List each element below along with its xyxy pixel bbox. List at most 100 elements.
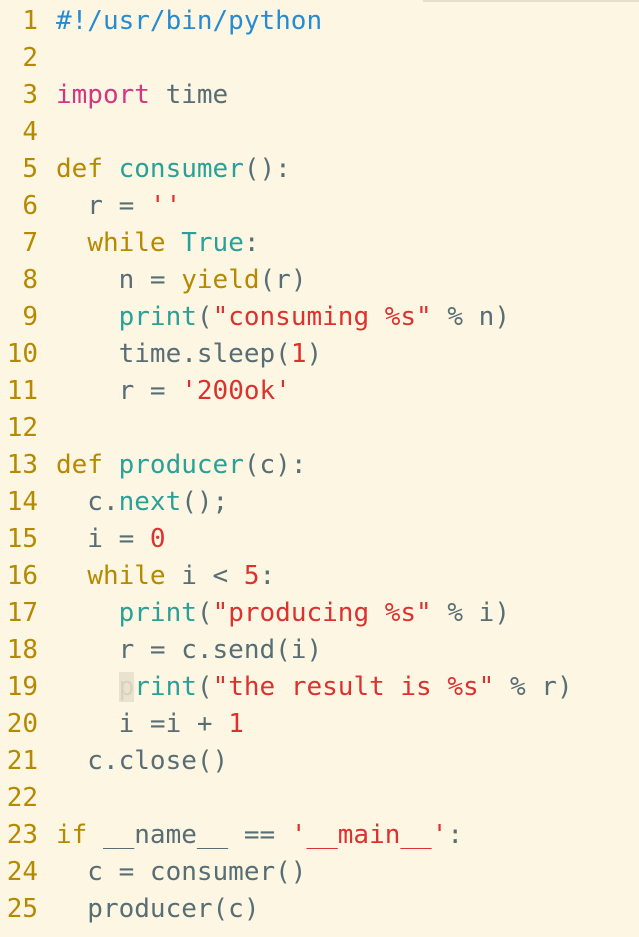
code-token: r = c.send(i) [56, 635, 323, 665]
line-code[interactable]: print("producing %s" % i) [38, 595, 639, 632]
code-line[interactable]: 19 print("the result is %s" % r) [0, 669, 639, 706]
line-number: 3 [22, 80, 38, 110]
code-token: i =i + [56, 709, 229, 739]
code-editor[interactable]: 1 #!/usr/bin/python 2 3 import time 4 5 def con… [0, 0, 639, 937]
code-line[interactable]: 18 r = c.send(i) [0, 632, 639, 669]
line-code[interactable]: while i < 5: [38, 558, 639, 595]
code-line[interactable]: 20 i =i + 1 [0, 706, 639, 743]
code-token: '200ok' [181, 376, 291, 406]
code-line[interactable]: 23 if __name__ == '__main__': [0, 817, 639, 854]
line-number: 5 [22, 154, 38, 184]
code-line[interactable]: 10 time.sleep(1) [0, 336, 639, 373]
line-number: 4 [22, 117, 38, 147]
line-code[interactable]: i = 0 [38, 521, 639, 558]
code-line[interactable]: 12 [0, 410, 639, 447]
line-code[interactable]: r = '200ok' [38, 373, 639, 410]
code-line[interactable]: 7 while True: [0, 225, 639, 262]
line-code[interactable] [38, 40, 639, 77]
code-token: (r) [259, 265, 307, 295]
code-token: ) [306, 339, 323, 369]
code-token: time.sleep( [56, 339, 291, 369]
code-token: import [56, 80, 150, 110]
code-token: print [118, 598, 197, 628]
line-number: 11 [6, 376, 38, 406]
line-code[interactable]: c.close() [38, 743, 639, 780]
code-line[interactable]: 25 producer(c) [0, 891, 639, 928]
code-token: '' [149, 191, 182, 221]
line-code[interactable]: r = c.send(i) [38, 632, 639, 669]
code-token: c = consumer() [56, 857, 307, 887]
text-cursor: p [118, 672, 135, 702]
code-token: rint [134, 672, 197, 702]
code-token: i = [56, 524, 150, 554]
line-number: 25 [6, 894, 38, 924]
line-code[interactable] [38, 780, 639, 817]
code-line[interactable]: 8 n = yield(r) [0, 262, 639, 299]
code-line[interactable]: 21 c.close() [0, 743, 639, 780]
code-token: while [87, 228, 166, 258]
code-line[interactable]: 17 print("producing %s" % i) [0, 595, 639, 632]
line-code[interactable]: time.sleep(1) [38, 336, 639, 373]
line-number: 15 [6, 524, 38, 554]
code-token: r = [56, 376, 182, 406]
code-line[interactable]: 6 r = '' [0, 188, 639, 225]
code-line[interactable]: 15 i = 0 [0, 521, 639, 558]
line-code[interactable]: print("the result is %s" % r) [38, 669, 639, 706]
code-line[interactable]: 14 c.next(); [0, 484, 639, 521]
line-code[interactable]: if __name__ == '__main__': [38, 817, 639, 854]
line-code[interactable]: c = consumer() [38, 854, 639, 891]
line-code[interactable]: producer(c) [38, 891, 639, 928]
editor-top-border [423, 0, 639, 2]
code-line[interactable]: 1 #!/usr/bin/python [0, 3, 639, 40]
line-number: 12 [6, 413, 38, 443]
code-token: while [87, 561, 166, 591]
line-code[interactable] [38, 410, 639, 447]
code-token: % i) [431, 598, 510, 628]
line-code[interactable]: print("consuming %s" % n) [38, 299, 639, 336]
line-number: 9 [22, 302, 38, 332]
code-line[interactable]: 4 [0, 114, 639, 151]
line-code[interactable]: while True: [38, 225, 639, 262]
code-line[interactable]: 16 while i < 5: [0, 558, 639, 595]
line-code[interactable]: n = yield(r) [38, 262, 639, 299]
code-line[interactable]: 11 r = '200ok' [0, 373, 639, 410]
line-number: 23 [6, 820, 38, 850]
code-token: "consuming %s" [212, 302, 432, 332]
line-code[interactable]: r = '' [38, 188, 639, 225]
code-line[interactable]: 22 [0, 780, 639, 817]
code-token: : [447, 820, 464, 850]
code-lines[interactable]: 1 #!/usr/bin/python 2 3 import time 4 5 def con… [0, 3, 639, 928]
code-token: next [118, 487, 182, 517]
code-token: if [56, 820, 88, 850]
code-token: i < [165, 561, 244, 591]
code-line[interactable]: 9 print("consuming %s" % n) [0, 299, 639, 336]
code-line[interactable]: 24 c = consumer() [0, 854, 639, 891]
line-number: 19 [6, 672, 38, 702]
code-token: ( [196, 302, 213, 332]
line-code[interactable]: c.next(); [38, 484, 639, 521]
line-number: 10 [6, 339, 38, 369]
line-number: 20 [6, 709, 38, 739]
line-code[interactable]: i =i + 1 [38, 706, 639, 743]
code-line[interactable]: 2 [0, 40, 639, 77]
code-token: #!/usr/bin/python [56, 6, 323, 36]
code-line[interactable]: 3 import time [0, 77, 639, 114]
line-number: 8 [22, 265, 38, 295]
line-code[interactable]: #!/usr/bin/python [38, 3, 639, 40]
code-token: consumer [118, 154, 244, 184]
code-line[interactable]: 13 def producer(c): [0, 447, 639, 484]
line-number: 18 [6, 635, 38, 665]
line-code[interactable]: def producer(c): [38, 447, 639, 484]
line-code[interactable]: def consumer(): [38, 151, 639, 188]
code-line[interactable]: 5 def consumer(): [0, 151, 639, 188]
line-code[interactable]: import time [38, 77, 639, 114]
code-token: c.close() [56, 746, 229, 776]
code-token: n = [56, 265, 182, 295]
line-code[interactable] [38, 114, 639, 151]
